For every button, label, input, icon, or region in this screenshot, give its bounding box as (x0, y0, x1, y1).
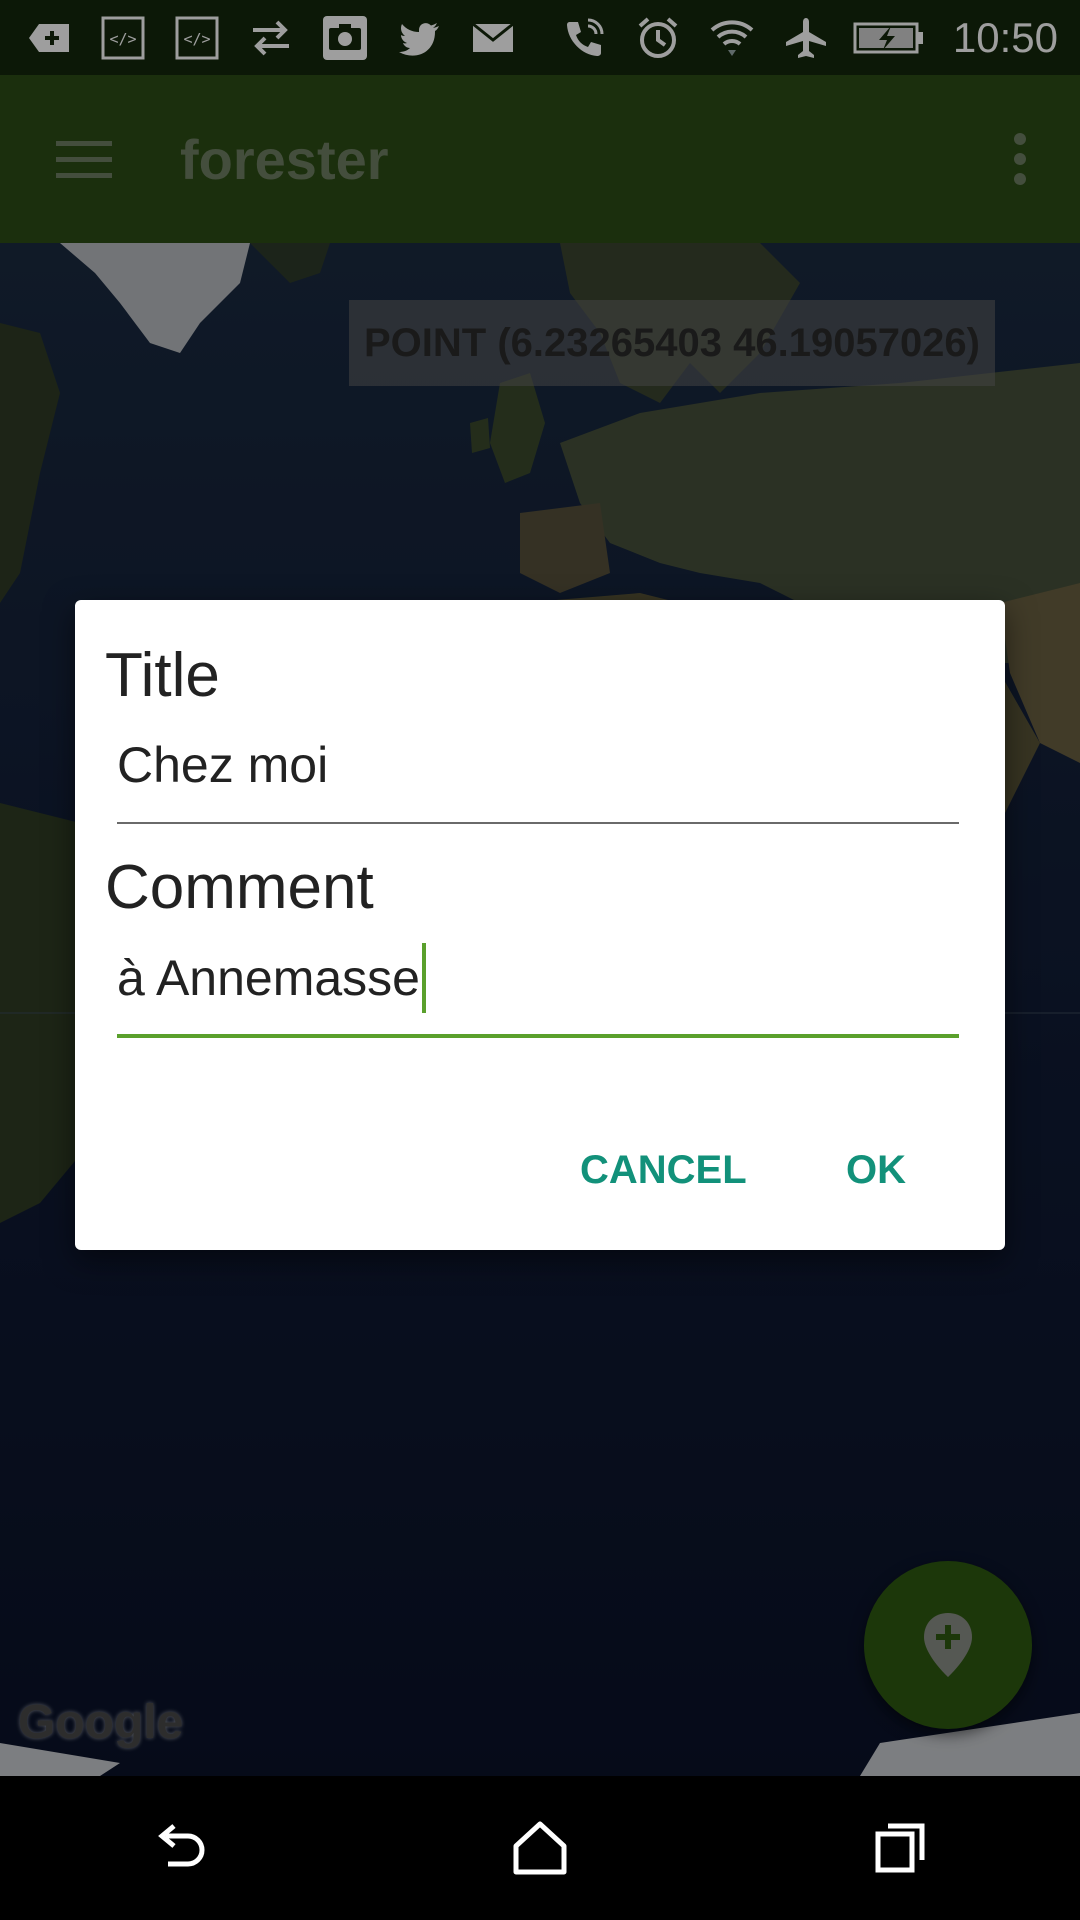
home-icon (513, 1821, 567, 1875)
text-cursor (421, 943, 426, 1013)
recents-icon (875, 1823, 925, 1873)
edit-point-dialog: Title Chez moi Comment à Annemasse CANCE… (75, 600, 1005, 1250)
title-input-value: Chez moi (117, 737, 329, 793)
title-input[interactable]: Chez moi (117, 730, 328, 800)
back-button[interactable] (100, 1776, 260, 1920)
screen: </> </> 10:50 forester POINT (6.23265403… (0, 0, 1080, 1920)
recents-button[interactable] (820, 1776, 980, 1920)
home-button[interactable] (460, 1776, 620, 1920)
back-icon (158, 1824, 205, 1867)
comment-input-underline (117, 1034, 959, 1038)
comment-input[interactable]: à Annemasse (117, 940, 426, 1016)
cancel-button[interactable]: CANCEL (580, 1135, 747, 1205)
ok-button[interactable]: OK (846, 1135, 906, 1205)
title-label: Title (105, 641, 220, 710)
title-input-underline (117, 822, 959, 824)
comment-label: Comment (105, 853, 374, 922)
comment-input-value: à Annemasse (117, 950, 420, 1006)
navigation-bar (0, 1776, 1080, 1920)
